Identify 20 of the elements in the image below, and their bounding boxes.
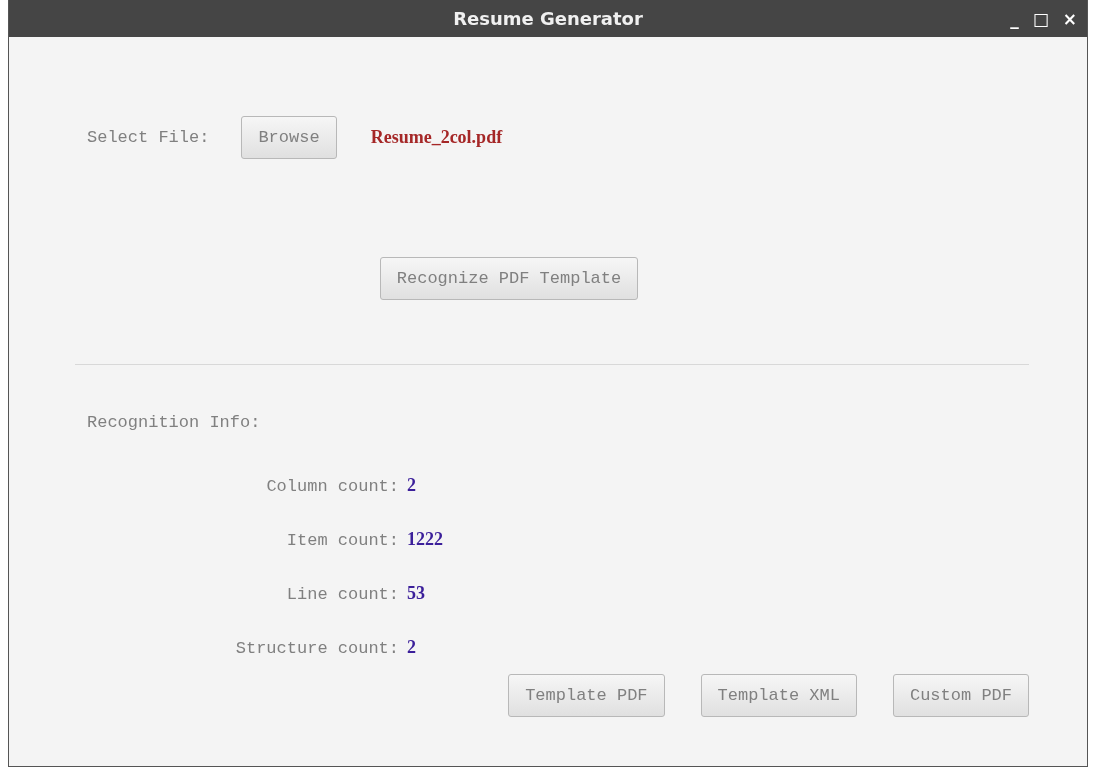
browse-button[interactable]: Browse bbox=[241, 116, 337, 159]
action-button[interactable]: Custom PDF bbox=[892, 674, 1029, 717]
action-button[interactable]: Template XML bbox=[700, 674, 857, 717]
stat-label: Structure count: bbox=[234, 639, 399, 658]
recognize-button[interactable]: Recognize PDF Template bbox=[379, 257, 639, 300]
section-heading: Recognition Info: bbox=[87, 413, 262, 432]
maximize-button[interactable]: □ bbox=[1032, 8, 1049, 29]
window-title: Resume Generator bbox=[453, 8, 643, 29]
stat-label: Item count: bbox=[285, 531, 399, 550]
stat-value: 2 bbox=[407, 637, 416, 657]
stat-label: Line count: bbox=[285, 585, 399, 604]
stat-label: Column count: bbox=[265, 477, 399, 496]
close-button[interactable]: × bbox=[1062, 8, 1077, 29]
stat-value: 53 bbox=[407, 583, 425, 603]
file-name: Resume_2col.pdf bbox=[370, 127, 503, 148]
stat-value: 2 bbox=[407, 475, 416, 495]
minimize-button[interactable]: _ bbox=[1010, 8, 1019, 29]
action-button[interactable]: Template PDF bbox=[508, 674, 665, 717]
select-file-label: Select File: bbox=[87, 128, 210, 147]
stat-value: 1222 bbox=[407, 529, 443, 549]
